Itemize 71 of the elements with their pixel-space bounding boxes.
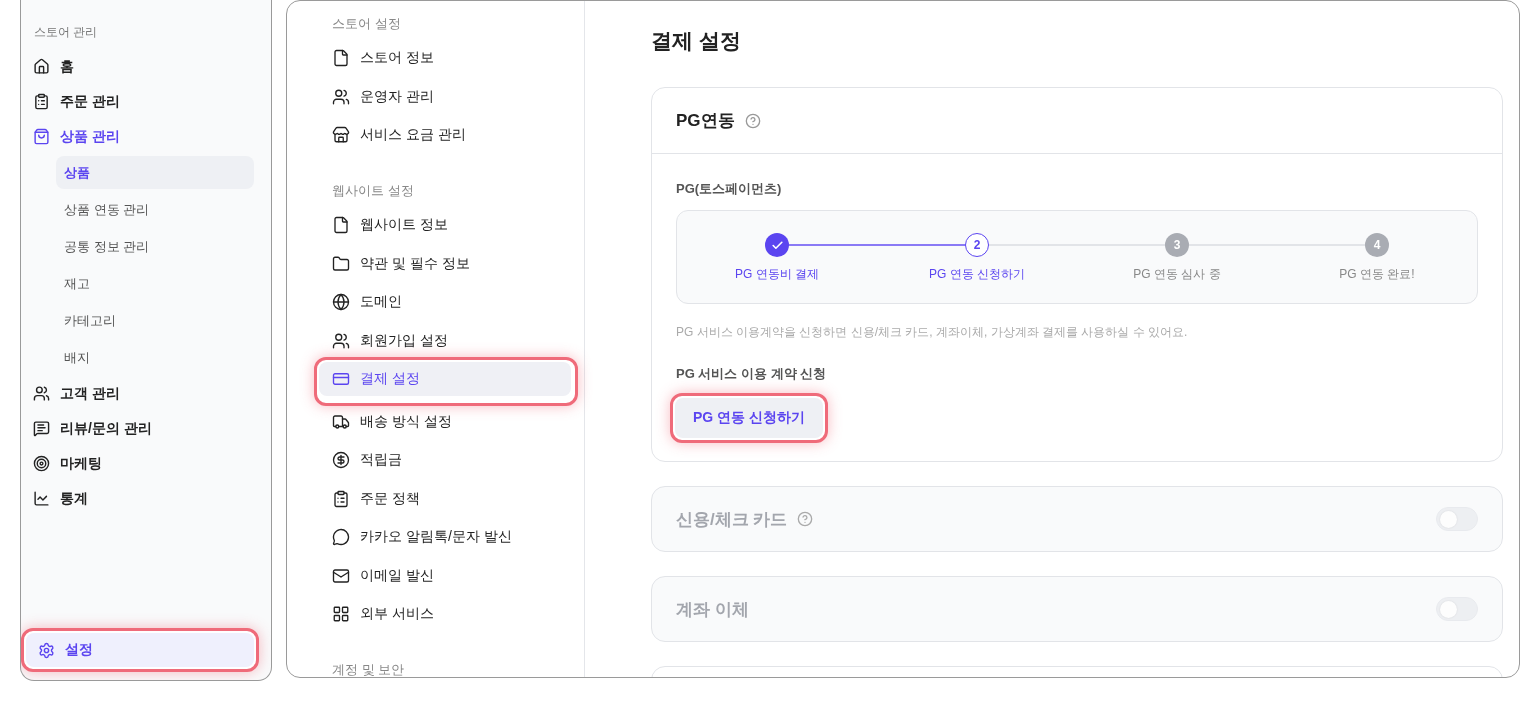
clipboard-icon	[332, 489, 350, 508]
step-label: PG 연동 신청하기	[929, 266, 1025, 283]
sidebar-item[interactable]: 리뷰/문의 관리	[21, 411, 164, 446]
card-icon	[332, 370, 350, 388]
settings-nav-item[interactable]: 서비스 요금 관리	[319, 118, 479, 152]
settings-nav-item[interactable]: 이메일 발신	[319, 558, 447, 593]
step-label: PG 연동 심사 중	[1133, 266, 1221, 283]
grid-icon	[332, 605, 350, 623]
settings-nav-item[interactable]: 외부 서비스	[319, 597, 447, 631]
sidebar-item[interactable]: 고객 관리	[21, 376, 132, 411]
home-icon	[33, 58, 50, 75]
sidebar-item[interactable]: 주문 관리	[21, 84, 132, 119]
sidebar-item[interactable]: 통계	[21, 481, 100, 516]
settings-nav-item[interactable]: 적립금	[319, 443, 415, 477]
settings-nav-item[interactable]: 회원가입 설정	[319, 323, 461, 358]
section-label: 스토어 관리	[34, 24, 98, 41]
section-heading: 웹사이트 설정	[332, 182, 414, 198]
settings-nav-item[interactable]: 웹사이트 정보	[319, 208, 461, 242]
clipboard-icon	[33, 93, 50, 110]
bag-icon	[33, 128, 50, 145]
sidebar-item[interactable]: 상품 관리	[21, 119, 132, 154]
file-icon	[332, 216, 350, 234]
step-label: PG 연동비 결제	[735, 266, 819, 283]
truck-icon	[332, 412, 350, 431]
settings-nav-item[interactable]: 카카오 알림톡/문자 발신	[319, 520, 525, 554]
users-icon	[33, 385, 50, 402]
sidebar-subitem[interactable]: 공통 정보 관리	[56, 230, 254, 263]
settings-nav-item[interactable]: 약관 및 필수 정보	[319, 246, 483, 281]
step-label: PG 연동 완료!	[1339, 266, 1415, 283]
help-icon[interactable]	[744, 112, 761, 129]
apply-label: PG 서비스 이용 계약 신청	[676, 365, 827, 383]
file-icon	[332, 49, 350, 67]
folder-icon	[332, 254, 350, 273]
step-circle: 2	[965, 233, 989, 257]
store-icon	[332, 126, 350, 144]
settings-nav-item[interactable]: 도메인	[319, 285, 415, 319]
settings-item[interactable]: 설정	[26, 633, 254, 667]
payment-method-label: 계좌 이체	[676, 598, 749, 621]
sidebar-subitem[interactable]: 재고	[56, 267, 254, 300]
sidebar-subitem[interactable]: 상품	[56, 156, 254, 189]
provider-label: PG(토스페이먼츠)	[676, 180, 782, 198]
message-icon	[33, 420, 50, 437]
settings-nav-item[interactable]: 운영자 관리	[319, 79, 447, 114]
settings-icon	[38, 641, 55, 659]
sidebar-subitem[interactable]: 배지	[56, 341, 254, 374]
payment-method-label: 신용/체크 카드	[676, 508, 788, 531]
step-circle: 3	[1165, 233, 1189, 257]
globe-icon	[332, 293, 350, 311]
section-heading: 스토어 설정	[332, 15, 401, 31]
check-icon	[770, 238, 784, 252]
step-circle: 4	[1365, 233, 1389, 257]
card-title: PG연동	[676, 110, 735, 132]
sidebar-item[interactable]: 홈	[21, 49, 86, 84]
settings-nav-item[interactable]: 배송 방식 설정	[319, 404, 465, 439]
chat-icon	[332, 528, 350, 546]
sidebar-subitem[interactable]: 상품 연동 관리	[56, 193, 254, 226]
settings-nav-item[interactable]: 스토어 정보	[319, 41, 447, 75]
target-icon	[33, 455, 50, 472]
settings-nav-item[interactable]: 결제 설정	[319, 362, 571, 396]
line-chart-icon	[33, 490, 50, 507]
coin-icon	[332, 451, 350, 469]
users-icon	[332, 331, 350, 350]
pg-apply-button[interactable]: PG 연동 신청하기	[675, 398, 823, 438]
page-title: 결제 설정	[651, 28, 741, 54]
sidebar-item[interactable]: 마케팅	[21, 446, 114, 481]
settings-nav-item[interactable]: 주문 정책	[319, 481, 433, 516]
section-heading: 계정 및 보안	[332, 661, 405, 677]
sidebar-subitem[interactable]: 카테고리	[56, 304, 254, 337]
user-icon	[332, 87, 350, 106]
description: PG 서비스 이용계약을 신청하면 신용/체크 카드, 계좌이체, 가상계좌 결제를 사용하실 수 있어요.	[676, 324, 1188, 341]
mail-icon	[332, 566, 350, 585]
